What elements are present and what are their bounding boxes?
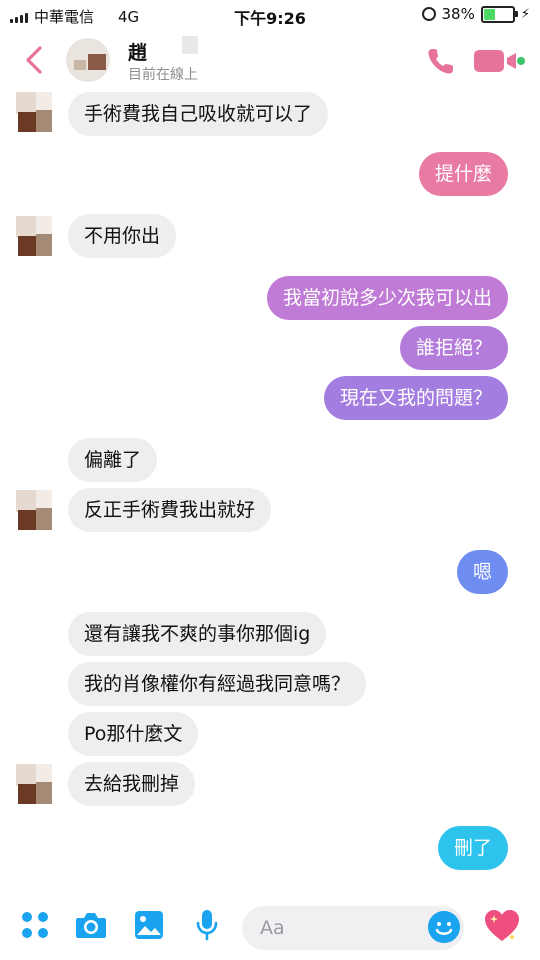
name-redaction: [182, 36, 198, 54]
message-bubble-outgoing[interactable]: 誰拒絕？: [399, 326, 508, 370]
contact-avatar-small: [16, 490, 56, 534]
online-status: 目前在線上: [128, 67, 198, 83]
message-bubble-outgoing[interactable]: 我當初說多少次我可以出: [266, 276, 508, 320]
more-actions-icon[interactable]: [18, 908, 52, 942]
contact-avatar-small: [16, 92, 56, 136]
message-bubble-incoming[interactable]: Po那什麼文: [68, 712, 199, 756]
contact-name[interactable]: 趙: [128, 38, 147, 65]
charging-icon: ⚡: [520, 6, 530, 22]
message-bubble-incoming[interactable]: 偏離了: [68, 438, 158, 482]
battery-icon: [480, 5, 518, 23]
message-bubble-outgoing[interactable]: 嗯: [456, 550, 508, 594]
emoji-icon[interactable]: [428, 911, 460, 943]
status-bar: 中華電信 4G 下午9:26 38% ⚡: [0, 0, 540, 30]
rotation-lock-icon: [421, 7, 436, 21]
message-bubble-incoming[interactable]: 手術費我自己吸收就可以了: [68, 92, 329, 136]
chat-header: 趙 目前在線上: [0, 30, 540, 92]
status-right: 38% ⚡: [421, 5, 530, 23]
message-bubble-incoming[interactable]: 我的肖像權你有經過我同意嗎？: [68, 662, 367, 706]
message-bubble-incoming[interactable]: 不用你出: [68, 214, 177, 258]
contact-avatar[interactable]: [66, 38, 110, 82]
heart-icon[interactable]: [482, 906, 522, 946]
microphone-icon[interactable]: [190, 908, 224, 942]
message-bubble-outgoing[interactable]: 提什麼: [418, 152, 508, 196]
camera-icon[interactable]: [74, 908, 108, 942]
contact-avatar-small: [16, 764, 56, 808]
message-bubble-incoming[interactable]: 去給我刪掉: [68, 762, 196, 806]
message-composer: Aa: [0, 892, 540, 960]
message-bubble-outgoing[interactable]: 現在又我的問題？: [323, 376, 508, 420]
message-bubble-incoming[interactable]: 還有讓我不爽的事你那個ig: [68, 612, 327, 656]
message-bubble-incoming[interactable]: 反正手術費我出就好: [68, 488, 272, 532]
video-camera-icon[interactable]: [472, 44, 526, 78]
contact-avatar-small: [16, 216, 56, 260]
phone-icon[interactable]: [424, 44, 458, 78]
message-bubble-outgoing[interactable]: 刪了: [437, 826, 508, 870]
back-chevron-icon[interactable]: [18, 42, 54, 78]
battery-percent: 38%: [441, 5, 475, 23]
photo-icon[interactable]: [132, 908, 166, 942]
